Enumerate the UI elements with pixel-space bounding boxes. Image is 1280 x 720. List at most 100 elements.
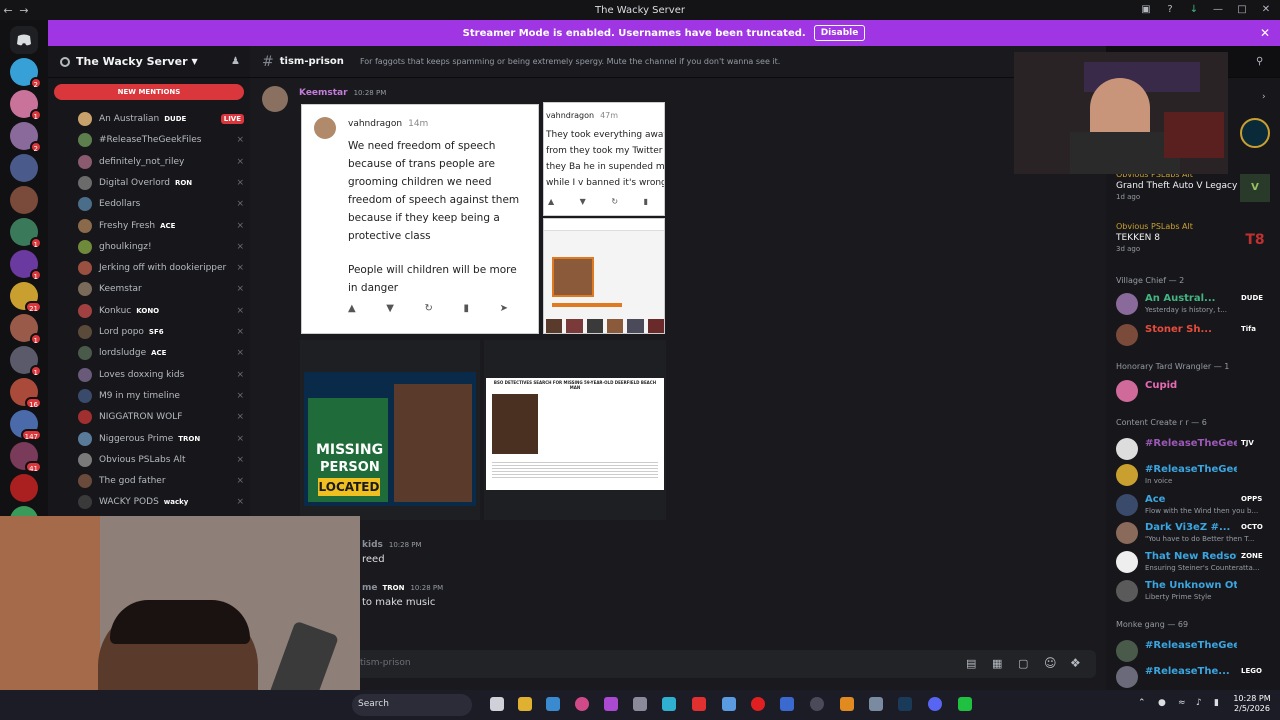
sticker-icon[interactable]: ▢: [1018, 657, 1028, 670]
voice-member[interactable]: Niggerous Prime TRON ⨯: [78, 429, 244, 449]
server-icon[interactable]: 2: [10, 122, 42, 153]
emoji-icon[interactable]: ☺: [1044, 656, 1057, 670]
tweet-screenshot[interactable]: vahndragon 14m We need freedom of speech…: [301, 104, 539, 334]
file-explorer-icon[interactable]: [518, 697, 532, 711]
voice-member[interactable]: Digital Overlord RON ⨯: [78, 173, 244, 193]
maximize-icon[interactable]: □: [1234, 2, 1250, 18]
voice-member[interactable]: Jerking off with dookieripper ⨯: [78, 258, 244, 278]
image-embed[interactable]: BSO DETECTIVES SEARCH FOR MISSING 59-YEA…: [484, 340, 666, 520]
app-icon[interactable]: [633, 697, 647, 711]
server-icon[interactable]: [10, 186, 38, 214]
member-item[interactable]: Dark Vi3eZ #... OCTO "You have to do Bette…: [1116, 520, 1278, 548]
inbox-icon[interactable]: ▣: [1138, 2, 1154, 18]
member-item[interactable]: Cupid: [1116, 378, 1278, 406]
tweet-screenshot[interactable]: vahndragon 47m They took everything away…: [543, 102, 665, 216]
tray-chevron-icon[interactable]: ⌃: [1138, 698, 1146, 708]
webpage-screenshot[interactable]: [543, 218, 665, 334]
voice-member[interactable]: The god father ⨯: [78, 471, 244, 491]
download-icon[interactable]: ↓: [1186, 2, 1202, 18]
store-icon[interactable]: [546, 697, 560, 711]
voice-member[interactable]: definitely_not_riley ⨯: [78, 152, 244, 172]
member-item[interactable]: That New Redsow ZONE Ensuring Steiner's Co…: [1116, 549, 1278, 577]
discord-home-icon[interactable]: [10, 26, 38, 54]
steam-icon[interactable]: [898, 697, 912, 711]
voice-member[interactable]: An Australian DUDE LIVE: [78, 109, 244, 129]
server-icon[interactable]: 2: [10, 58, 42, 89]
apps-icon[interactable]: ❖: [1070, 656, 1081, 670]
avatar[interactable]: [262, 86, 288, 112]
back-arrow-icon[interactable]: ←: [0, 4, 16, 17]
server-icon[interactable]: 21: [10, 282, 42, 313]
voice-member[interactable]: #ReleaseTheGeekFiles ⨯: [78, 130, 244, 150]
voice-member[interactable]: WACKY PODS wacky ⨯: [78, 492, 244, 512]
member-item[interactable]: Ace OPPS Flow with the Wind then you b...: [1116, 492, 1278, 520]
server-icon[interactable]: [10, 474, 38, 502]
server-icon[interactable]: 1: [10, 218, 42, 249]
message-input[interactable]: tism-prison ▤ ▦ ▢ ☺ ❖: [350, 650, 1096, 678]
gift-icon[interactable]: ▤: [966, 657, 976, 670]
settings-icon[interactable]: [869, 697, 883, 711]
app-icon[interactable]: [604, 697, 618, 711]
server-icon[interactable]: 1: [10, 250, 42, 281]
obs-icon[interactable]: [751, 697, 765, 711]
voice-member[interactable]: ghoulkingz! ⨯: [78, 237, 244, 257]
search-icon[interactable]: ⚲: [1256, 56, 1263, 67]
help-icon[interactable]: ?: [1162, 2, 1178, 18]
voice-member[interactable]: Freshy Fresh ACE ⨯: [78, 216, 244, 236]
message-author[interactable]: Keemstar: [299, 88, 348, 98]
server-icon[interactable]: 41: [10, 442, 42, 473]
forward-arrow-icon[interactable]: →: [16, 4, 32, 17]
server-icon[interactable]: [10, 154, 38, 182]
vlc-icon[interactable]: [840, 697, 854, 711]
app-icon[interactable]: [575, 697, 589, 711]
close-banner-icon[interactable]: ✕: [1260, 26, 1270, 40]
volume-icon[interactable]: ♪: [1196, 698, 1202, 708]
task-view-icon[interactable]: [490, 697, 504, 711]
chevron-right-icon[interactable]: ›: [1262, 92, 1266, 102]
media-player-icon[interactable]: [810, 697, 824, 711]
member-item[interactable]: An Austral... DUDE Yesterday is history, t…: [1116, 291, 1278, 319]
taskbar-search[interactable]: Search: [352, 694, 472, 716]
voice-member[interactable]: Loves doxxing kids ⨯: [78, 365, 244, 385]
activity-card[interactable]: Obvious PSLabs Alt Grand Theft Auto V Le…: [1116, 170, 1272, 214]
new-mentions-pill[interactable]: NEW MENTIONS: [54, 84, 244, 100]
voice-member[interactable]: Konkuc KONO ⨯: [78, 301, 244, 321]
app-icon[interactable]: [958, 697, 972, 711]
voice-member[interactable]: Lord popo SF6 ⨯: [78, 322, 244, 342]
discord-icon[interactable]: [928, 697, 942, 711]
voice-member[interactable]: NIGGATRON WOLF ⨯: [78, 407, 244, 427]
server-icon[interactable]: 1: [10, 90, 42, 121]
voice-member[interactable]: Eedollars ⨯: [78, 194, 244, 214]
voice-member[interactable]: M9 in my timeline ⨯: [78, 386, 244, 406]
image-embed[interactable]: MISSING PERSON LOCATED: [300, 340, 480, 520]
close-icon[interactable]: ✕: [1258, 2, 1274, 18]
gif-icon[interactable]: ▦: [992, 657, 1002, 670]
server-header[interactable]: The Wacky Server ▼ ♟: [48, 46, 250, 78]
member-item[interactable]: #ReleaseTheGeekFiles: [1116, 638, 1278, 666]
message-author[interactable]: me: [362, 583, 377, 593]
add-member-icon[interactable]: ♟: [231, 56, 240, 67]
activity-card[interactable]: Obvious PSLabs Alt TEKKEN 8 3d ago T8: [1116, 222, 1272, 266]
member-item[interactable]: Stoner Sh... Tifa: [1116, 322, 1278, 350]
app-icon[interactable]: [722, 697, 736, 711]
voice-member[interactable]: Keemstar ⨯: [78, 279, 244, 299]
message-author[interactable]: kids: [362, 540, 383, 550]
app-icon[interactable]: [662, 697, 676, 711]
server-icon[interactable]: 1: [10, 346, 42, 377]
battery-icon[interactable]: ▮: [1214, 698, 1219, 708]
voice-member[interactable]: Obvious PSLabs Alt ⨯: [78, 450, 244, 470]
member-item[interactable]: #ReleaseThe... LEGO: [1116, 664, 1278, 692]
voice-member[interactable]: lordsludge ACE ⨯: [78, 343, 244, 363]
app-icon[interactable]: [692, 697, 706, 711]
server-icon[interactable]: 16: [10, 378, 42, 409]
disable-button[interactable]: Disable: [813, 25, 866, 41]
wifi-icon[interactable]: ≈: [1178, 698, 1186, 708]
clock[interactable]: 10:28 PM 2/5/2026: [1230, 694, 1274, 713]
server-icon[interactable]: 147: [10, 410, 42, 441]
member-item[interactable]: The Unknown Otaku Liberty Prime Style: [1116, 578, 1278, 606]
member-item[interactable]: #ReleaseTheGeekFiles In voice: [1116, 462, 1278, 490]
server-icon[interactable]: 1: [10, 314, 42, 345]
app-icon[interactable]: [780, 697, 794, 711]
microphone-icon[interactable]: ●: [1158, 698, 1166, 708]
minimize-icon[interactable]: —: [1210, 2, 1226, 18]
